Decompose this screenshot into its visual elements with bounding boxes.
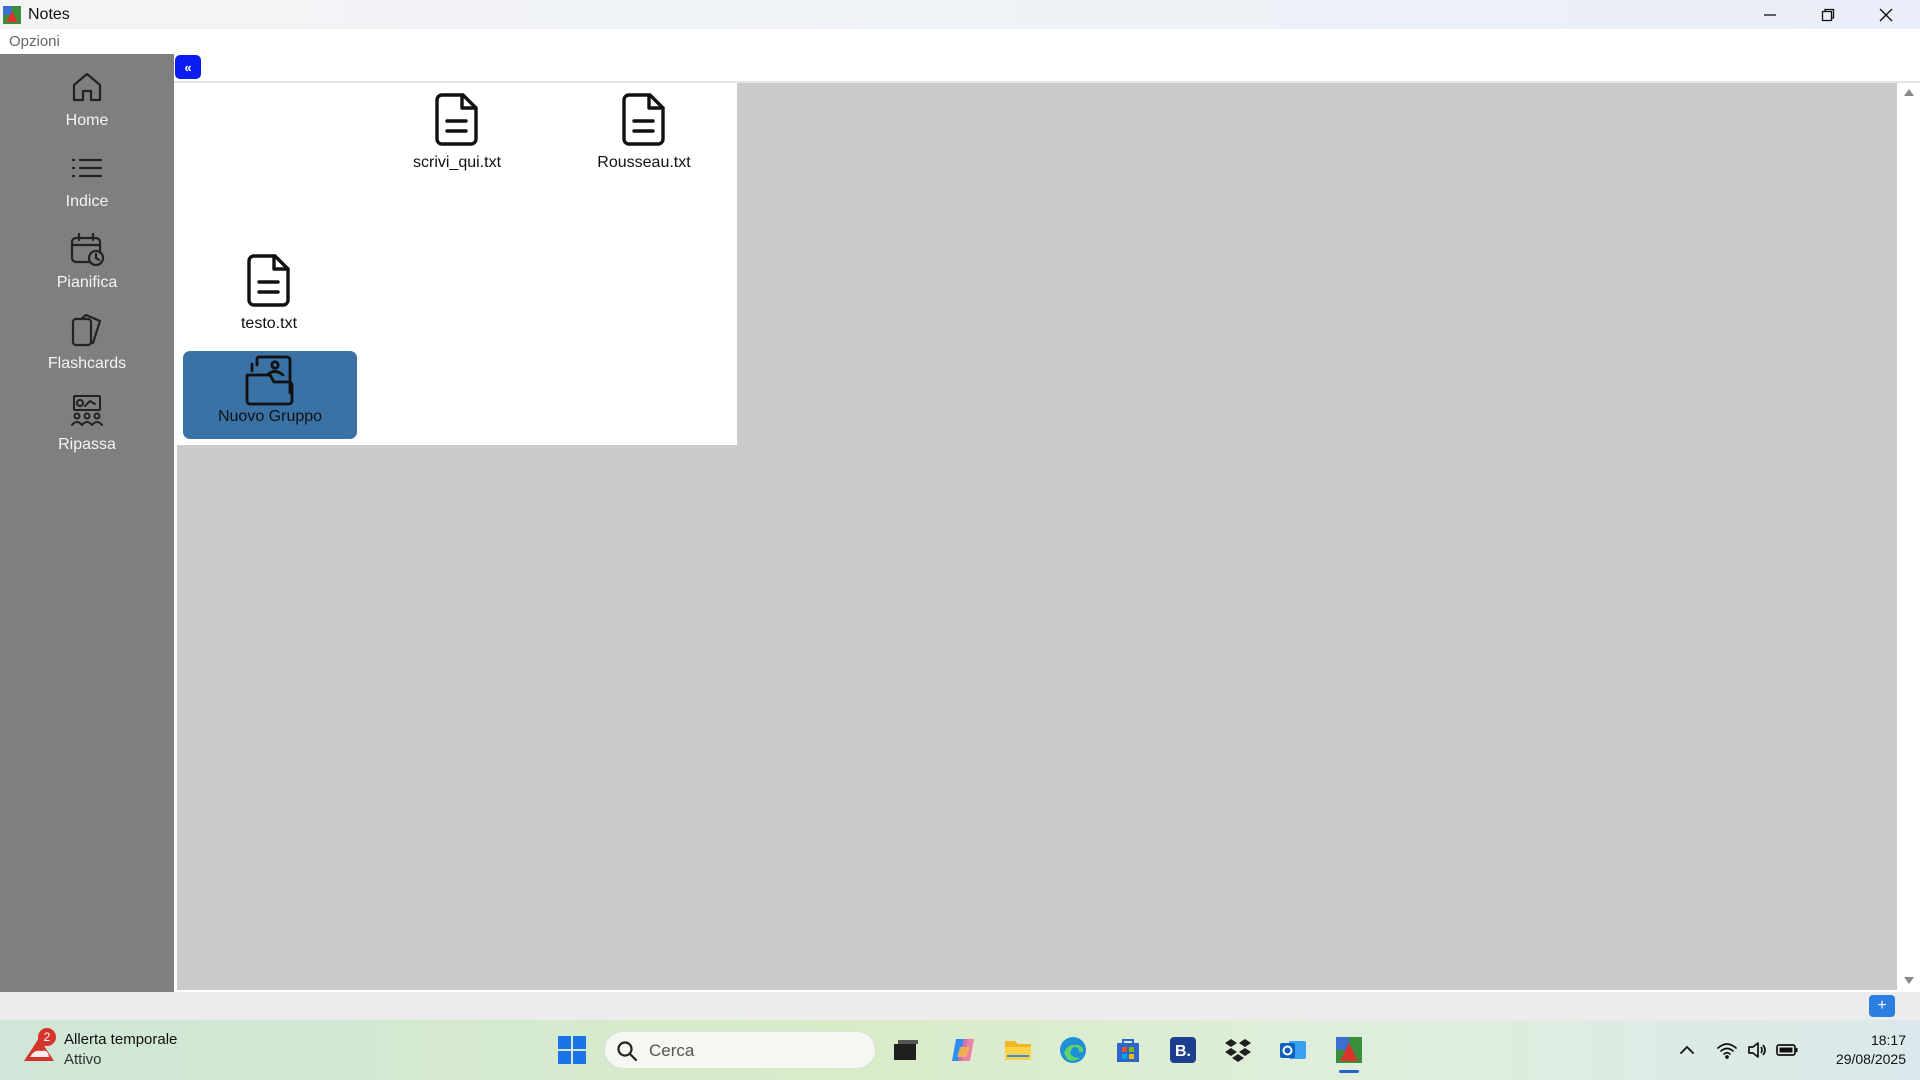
volume-icon[interactable] (1746, 1039, 1768, 1061)
sidebar-item-label: Pianifica (56, 274, 118, 291)
system-clock[interactable]: 18:17 29/08/2025 (1810, 1031, 1906, 1069)
window-title: Notes (28, 6, 70, 23)
search-placeholder: Cerca (649, 1041, 695, 1060)
start-button[interactable] (552, 1030, 592, 1070)
calendar-clock-icon (70, 232, 105, 267)
battery-icon[interactable] (1776, 1039, 1798, 1061)
active-app-indicator (1339, 1070, 1359, 1073)
task-view-icon (894, 1040, 918, 1060)
file-explorer-button[interactable] (998, 1030, 1038, 1070)
booking-button[interactable]: B. (1163, 1030, 1203, 1070)
add-button[interactable]: + (1869, 995, 1895, 1017)
collapse-sidebar-button[interactable]: « (175, 55, 201, 79)
new-group-button[interactable]: Nuovo Gruppo (183, 351, 357, 439)
file-explorer-icon (1005, 1041, 1031, 1060)
clock-date: 29/08/2025 (1835, 1051, 1906, 1067)
new-group-label: Nuovo Gruppo (217, 408, 323, 425)
edge-icon (1060, 1037, 1086, 1063)
file-item-testo[interactable]: testo.txt (194, 244, 344, 364)
file-item-scrivi-qui[interactable]: scrivi_qui.txt (382, 83, 532, 203)
minimize-button[interactable] (1741, 0, 1799, 29)
file-text-icon (622, 93, 665, 146)
sidebar-item-label: Flashcards (47, 355, 127, 372)
sidebar-item-indice[interactable]: Indice (0, 141, 174, 217)
sidebar-item-label: Indice (65, 193, 109, 210)
sidebar-item-ripassa[interactable]: Ripassa (0, 384, 174, 460)
status-strip (0, 992, 1920, 1020)
edge-button[interactable] (1053, 1030, 1093, 1070)
outlook-button[interactable] (1273, 1030, 1313, 1070)
svg-text:B.: B. (1175, 1043, 1191, 1060)
store-icon (1117, 1039, 1139, 1062)
copilot-icon (952, 1039, 974, 1061)
store-button[interactable] (1108, 1030, 1148, 1070)
vertical-scrollbar[interactable] (1898, 83, 1920, 990)
list-icon (71, 158, 103, 178)
sidebar-item-label: Home (65, 112, 109, 129)
file-item-rousseau[interactable]: Rousseau.txt (569, 83, 719, 203)
weather-status: Attivo (64, 1051, 102, 1068)
menu-bar: Opzioni (0, 29, 1920, 54)
task-view-button[interactable] (886, 1030, 926, 1070)
file-text-icon (247, 254, 290, 307)
dropbox-button[interactable] (1218, 1030, 1258, 1070)
restore-icon (1821, 8, 1835, 21)
wifi-icon[interactable] (1716, 1039, 1738, 1061)
sidebar-item-home[interactable]: Home (0, 60, 174, 136)
close-icon (1879, 8, 1893, 21)
folder-user-icon (245, 355, 294, 406)
file-name: testo.txt (240, 315, 298, 332)
dropbox-icon (1225, 1039, 1251, 1062)
notes-taskbar-button[interactable] (1329, 1030, 1369, 1070)
taskbar-search[interactable]: Cerca (604, 1031, 876, 1069)
home-icon (72, 72, 102, 102)
sidebar-item-pianifica[interactable]: Pianifica (0, 222, 174, 298)
cards-icon (71, 313, 102, 347)
notes-app-icon (3, 6, 21, 24)
search-icon (617, 1041, 638, 1062)
copilot-button[interactable] (943, 1030, 983, 1070)
sidebar-item-flashcards[interactable]: Flashcards (0, 303, 174, 379)
file-name: Rousseau.txt (597, 154, 691, 171)
outlook-icon (1280, 1041, 1306, 1059)
file-text-icon (435, 93, 478, 146)
restore-button[interactable] (1799, 0, 1857, 29)
booking-icon: B. (1170, 1037, 1196, 1063)
windows-start-icon (558, 1036, 586, 1064)
weather-title: Allerta temporale (64, 1031, 178, 1048)
title-bar: Notes (0, 0, 1920, 29)
minimize-icon (1764, 13, 1776, 16)
file-name: scrivi_qui.txt (412, 154, 502, 171)
sidebar-item-label: Ripassa (58, 436, 116, 453)
menu-options[interactable]: Opzioni (9, 33, 60, 50)
sidebar: Home Indice Pianifica Flashcards Ripassa (0, 54, 174, 992)
notes-app-icon (1336, 1037, 1362, 1063)
chevron-up-icon[interactable] (1676, 1039, 1698, 1061)
review-icon (71, 395, 103, 426)
clock-time: 18:17 (1870, 1032, 1906, 1048)
scroll-up-icon[interactable] (1903, 87, 1915, 97)
weather-widget[interactable]: 2 Allerta temporale Attivo (20, 1027, 220, 1073)
alert-count-badge: 2 (38, 1028, 56, 1046)
scroll-down-icon[interactable] (1903, 976, 1915, 986)
close-button[interactable] (1857, 0, 1915, 29)
